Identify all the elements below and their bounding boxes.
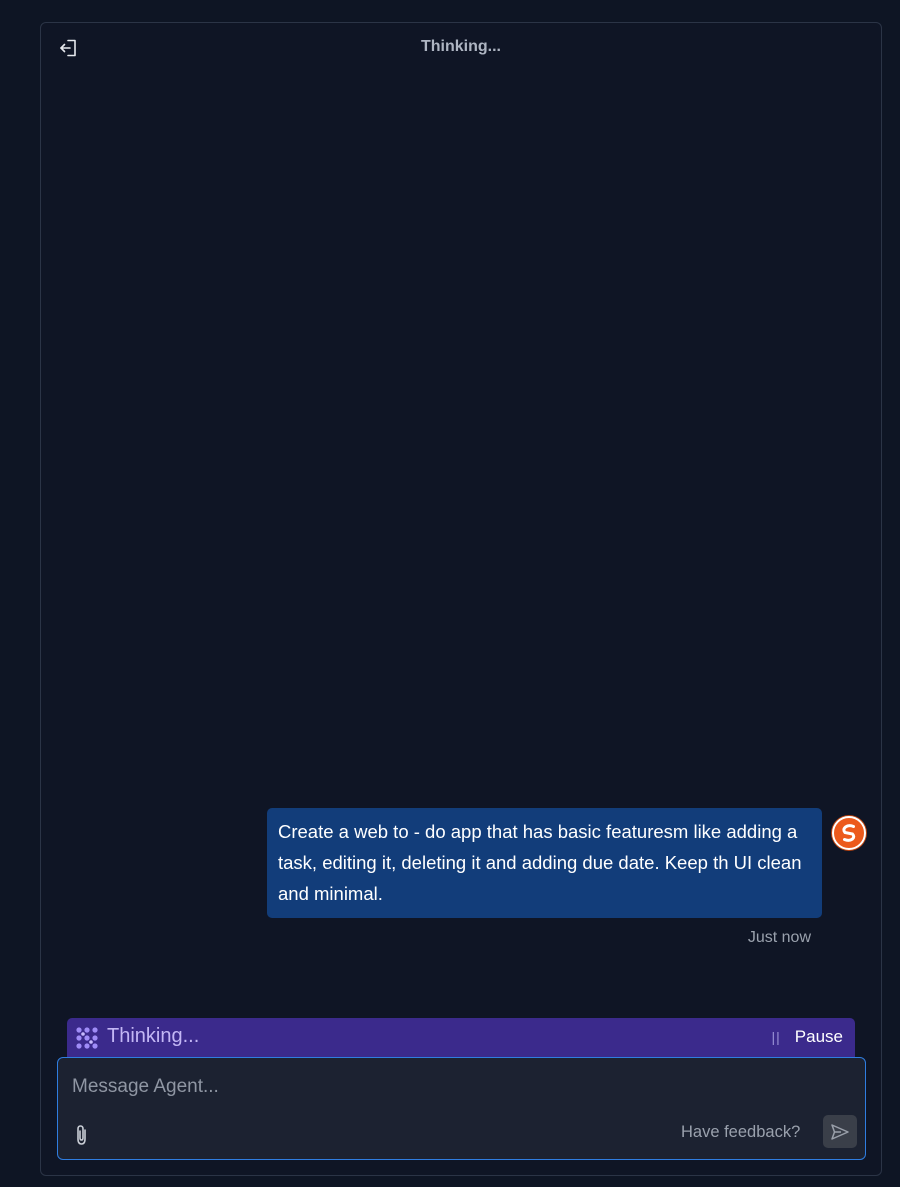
feedback-link[interactable]: Have feedback? — [681, 1123, 800, 1142]
pause-icon: || — [771, 1029, 781, 1045]
chat-panel: Thinking... Create a web to - do app tha… — [40, 22, 882, 1176]
message-timestamp: Just now — [747, 929, 811, 946]
user-message-bubble: Create a web to - do app that has basic … — [267, 808, 822, 918]
status-text: Thinking... — [107, 1025, 200, 1047]
agent-dots-icon — [75, 1026, 99, 1050]
pause-button[interactable]: || Pause — [772, 1027, 843, 1047]
message-composer: Have feedback? — [57, 1057, 866, 1160]
pause-label: Pause — [794, 1027, 843, 1046]
user-avatar-icon — [832, 816, 866, 850]
paperclip-icon[interactable] — [72, 1124, 92, 1146]
thinking-status-bar: Thinking... || Pause — [67, 1018, 855, 1062]
page-title: Thinking... — [421, 38, 501, 55]
send-button[interactable] — [823, 1115, 857, 1148]
message-input[interactable] — [72, 1072, 832, 1102]
